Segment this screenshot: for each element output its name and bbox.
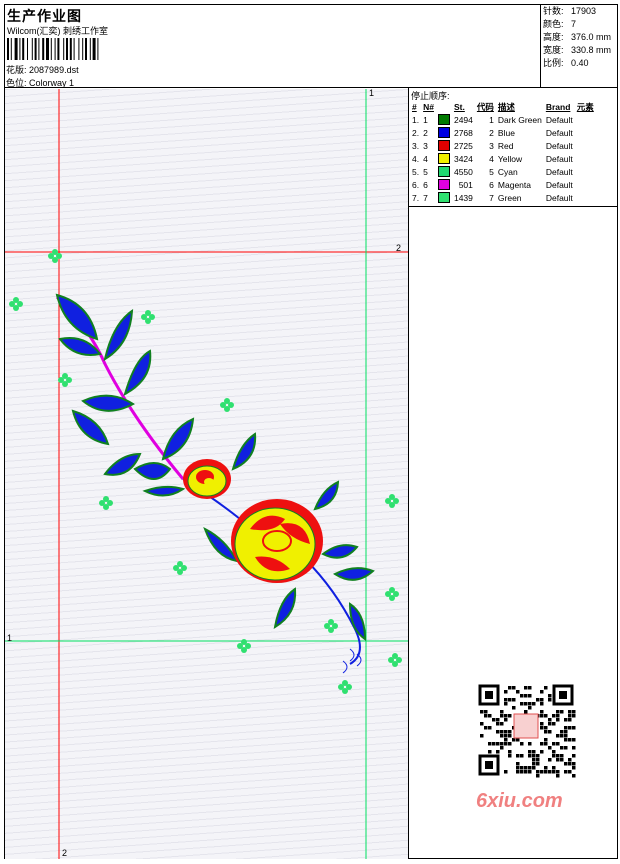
design-label: 花版:: [6, 65, 27, 75]
col-header-desc: 描述: [497, 101, 515, 112]
color-row: 5. 5 4550 5 Cyan Default: [412, 166, 573, 178]
sparkle-motif: [58, 373, 72, 387]
col-header-n: N#: [423, 101, 434, 112]
sparkle-motif: [385, 494, 399, 508]
sparkle-motif: [173, 561, 187, 575]
stat-width: 宽度: 330.8 mm: [543, 45, 612, 55]
design-line: 花版: 2087989.dst: [6, 63, 79, 76]
color-row: 6. 6 501 6 Magenta Default: [412, 179, 573, 191]
color-swatch: [437, 179, 450, 191]
color-row: 4. 4 3424 4 Yellow Default: [412, 153, 573, 165]
color-row: 3. 3 2725 3 Red Default: [412, 140, 573, 152]
sparkle-motif: [220, 398, 234, 412]
color-swatch: [437, 114, 450, 126]
color-row: 7. 7 1439 7 Green Default: [412, 192, 573, 204]
col-header-code: 代码: [476, 101, 494, 112]
sparkle-motif: [237, 639, 251, 653]
stop-sequence-panel: 停止顺序: # N# St. 代码 描述 Brand 元素 1. 1 2494 1 Da…: [408, 88, 618, 207]
color-swatch: [437, 166, 450, 178]
col-header-element: 元素: [576, 101, 594, 112]
page-title: 生产作业图: [7, 8, 82, 24]
color-table: # N# St. 代码 描述 Brand 元素 1. 1 2494 1 Dark Gre…: [410, 100, 596, 204]
studio-subtitle: Wilcom(汇奕) 刺绣工作室: [7, 26, 108, 36]
red-guide-label-right: 2: [396, 243, 402, 253]
design-canvas: 1 2 1 2: [5, 88, 408, 859]
seal-logo: [513, 713, 539, 739]
color-swatch: [437, 153, 450, 165]
colorway-value: Colorway 1: [29, 78, 75, 88]
stat-height: 高度: 376.0 mm: [543, 32, 612, 42]
color-swatch: [437, 140, 450, 152]
barcode: [7, 38, 99, 60]
col-header-brand: Brand: [545, 101, 571, 112]
stat-scale: 比例: 0.40: [543, 58, 589, 68]
col-header-stitches: St.: [453, 101, 465, 112]
header: 生产作业图 Wilcom(汇奕) 刺绣工作室 花版: 2087989.dst 色…: [4, 4, 618, 88]
design-value: 2087989.dst: [29, 65, 79, 75]
color-row: 2. 2 2768 2 Blue Default: [412, 127, 573, 139]
stat-colors: 颜色: 7: [543, 19, 577, 29]
qr-code: [470, 680, 582, 780]
col-header-index: #: [412, 101, 417, 112]
color-swatch: [437, 192, 450, 204]
sparkle-motifs: [9, 249, 402, 694]
green-guide-label-left: 1: [7, 633, 13, 643]
stat-stitches: 针数: 17903: [543, 6, 597, 16]
stats-panel: 针数: 17903 颜色: 7 高度: 376.0 mm 宽度: 330.8 mm 比例…: [540, 4, 618, 88]
red-guide-label-bottom: 2: [62, 848, 68, 858]
colorway-line: 色位: Colorway 1: [6, 76, 74, 89]
sparkle-motif: [338, 680, 352, 694]
sparkle-motif: [385, 587, 399, 601]
colorway-label: 色位:: [6, 78, 27, 88]
sparkle-motif: [388, 653, 402, 667]
green-guide-label-top: 1: [369, 88, 375, 98]
watermark: 6xiu.com: [476, 790, 563, 812]
color-swatch: [437, 127, 450, 139]
sparkle-motif: [9, 297, 23, 311]
color-row: 1. 1 2494 1 Dark Green Default: [412, 114, 573, 126]
sparkle-motif: [324, 619, 338, 633]
sparkle-motif: [48, 249, 62, 263]
sparkle-motif: [141, 310, 155, 324]
panel-divider: [408, 207, 409, 859]
sparkle-motif: [99, 496, 113, 510]
